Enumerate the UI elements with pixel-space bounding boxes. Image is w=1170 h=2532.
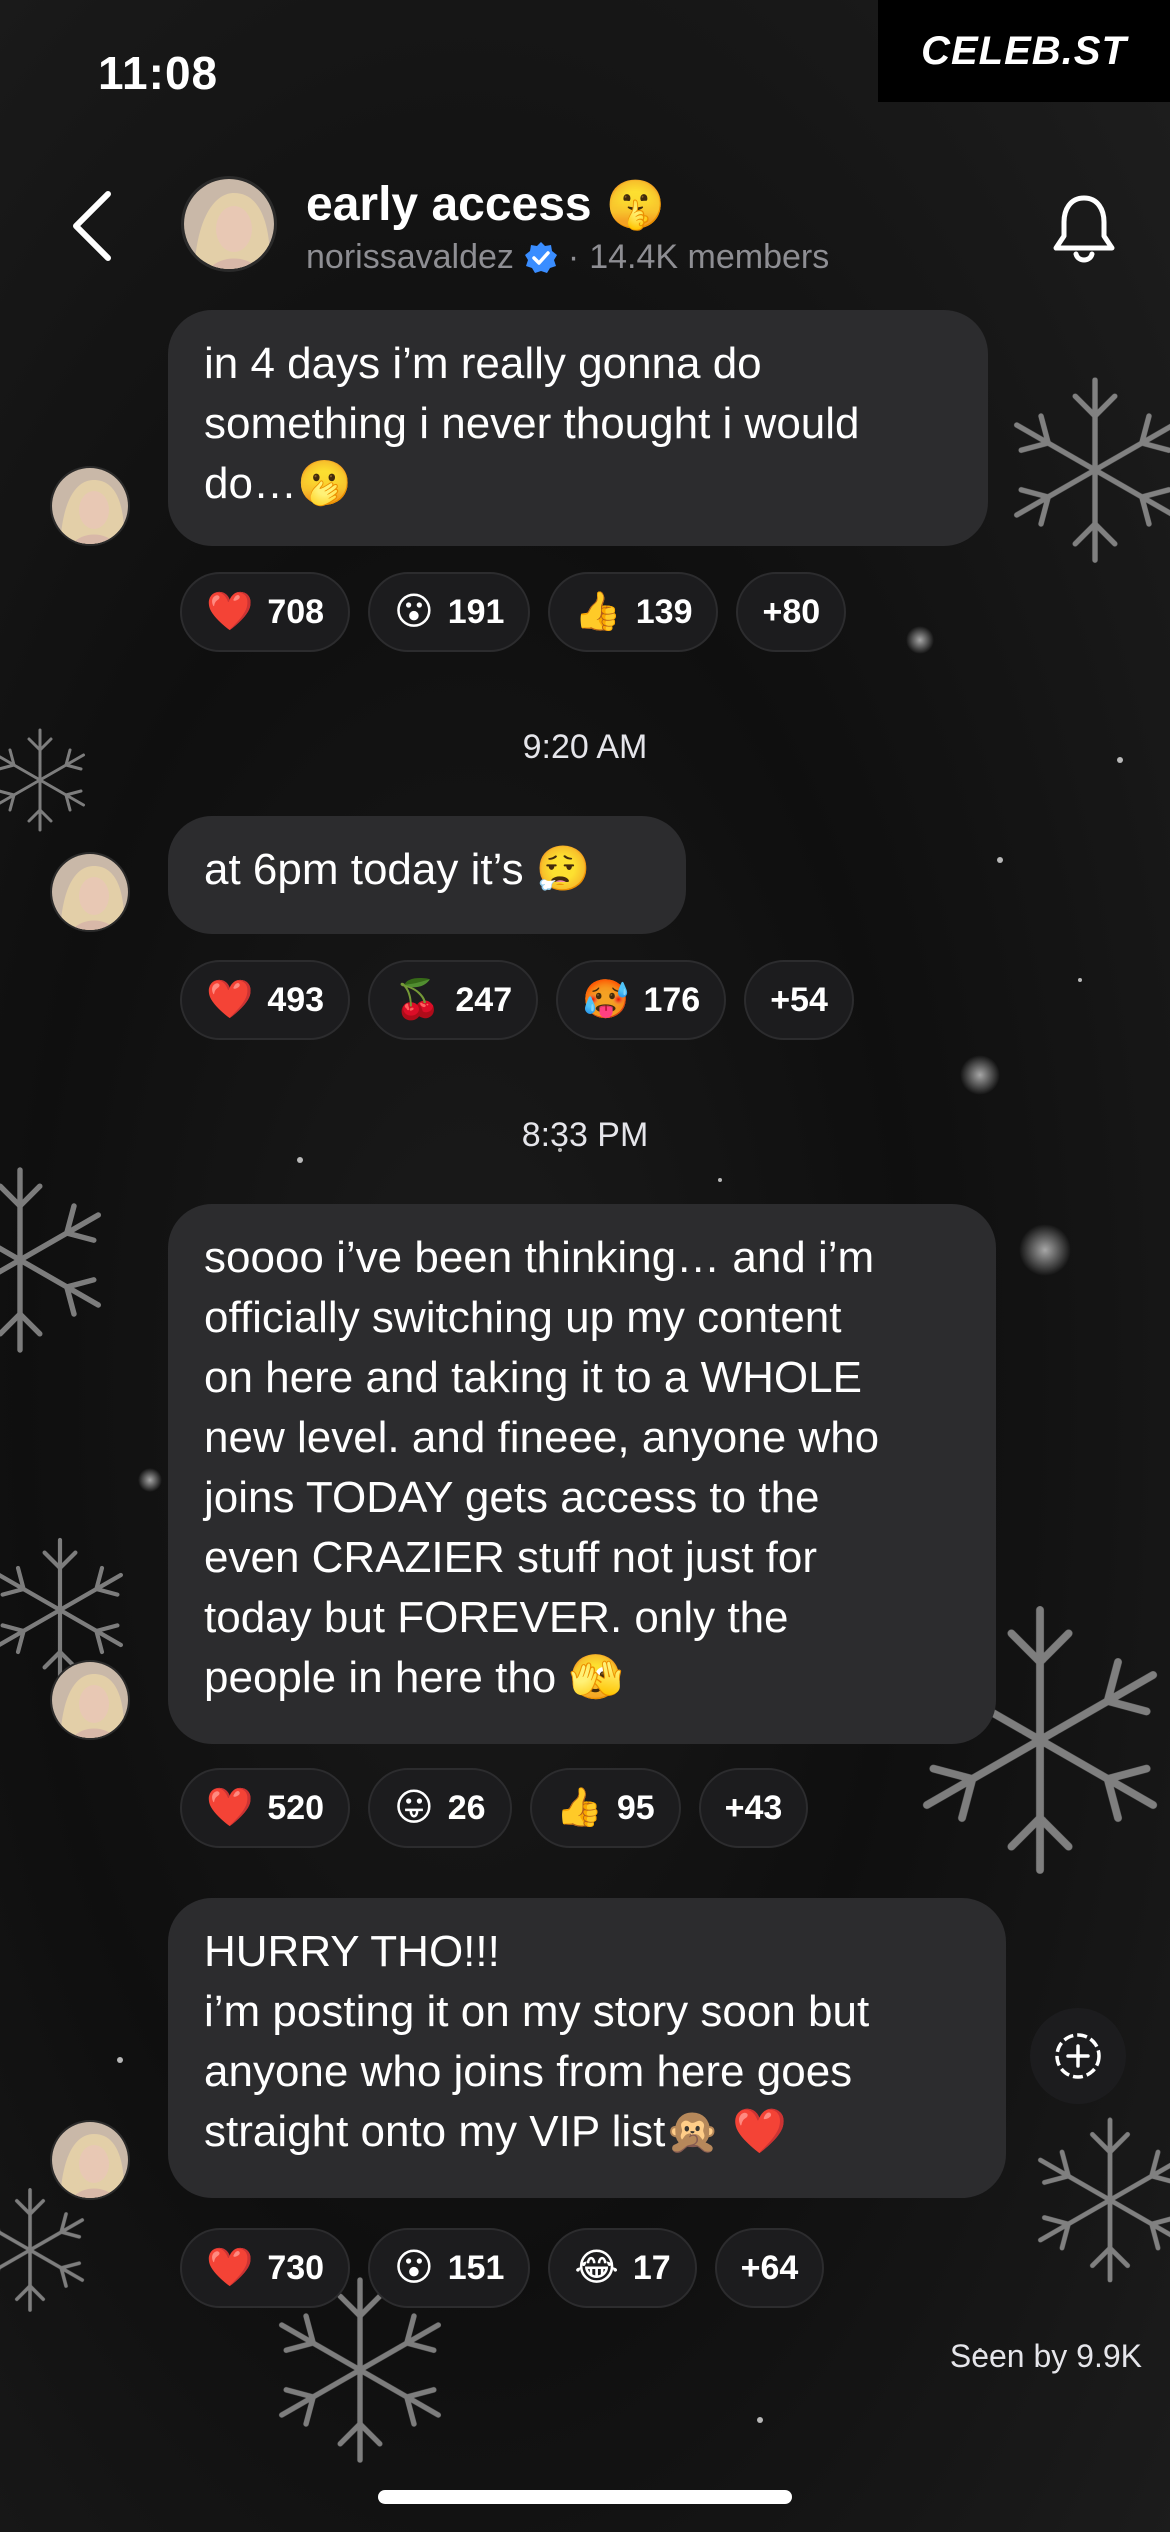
add-circle-icon	[1055, 2033, 1101, 2079]
reaction-chip-laughing[interactable]: 😂 17	[548, 2228, 697, 2308]
reaction-chip-surprised[interactable]: 😮 151	[368, 2228, 531, 2308]
message-bubble[interactable]: soooo i’ve been thinking… and i’m offici…	[168, 1204, 996, 1744]
avatar[interactable]	[50, 1660, 130, 1740]
reaction-count: 247	[455, 980, 513, 1019]
seen-by-count[interactable]: Seen by 9.9K	[950, 2338, 1142, 2375]
channel-avatar[interactable]	[181, 176, 277, 272]
hot-face-emoji: 🥵	[582, 979, 630, 1021]
reaction-count: 191	[447, 592, 505, 631]
reaction-chip-thumbs-up[interactable]: 👍 95	[529, 1768, 681, 1848]
surprised-emoji: 😮	[394, 2247, 434, 2289]
reaction-chip-surprised[interactable]: 😮 191	[368, 572, 531, 652]
reaction-chip-heart[interactable]: ❤️ 493	[180, 960, 351, 1040]
more-reactions-chip[interactable]: +43	[698, 1768, 809, 1848]
avatar[interactable]	[50, 2120, 130, 2200]
message-bubble[interactable]: in 4 days i’m really gonna do something …	[168, 310, 988, 546]
reaction-count: 493	[267, 980, 325, 1019]
channel-title: early access 🤫	[306, 176, 665, 233]
more-reactions-chip[interactable]: +54	[744, 960, 854, 1040]
reaction-chip-thumbs-up[interactable]: 👍 139	[548, 572, 719, 652]
message-text: in 4 days i’m really gonna do something …	[204, 339, 860, 508]
reaction-count: 151	[447, 2248, 505, 2287]
more-reactions-chip[interactable]: +80	[736, 572, 847, 652]
channel-subtitle: norissavaldez · 14.4K members	[306, 238, 829, 277]
message-bubble[interactable]: at 6pm today it’s 😮‍💨	[168, 816, 686, 934]
thumbs-up-emoji: 👍	[574, 591, 622, 633]
add-reaction-button[interactable]	[1030, 2008, 1126, 2104]
message-text: soooo i’ve been thinking… and i’m offici…	[204, 1233, 880, 1702]
reaction-row: ❤️ 493 🍒 247 🥵 176 +54	[180, 960, 854, 1040]
reaction-chip-heart[interactable]: ❤️ 520	[180, 1768, 351, 1848]
channel-title-text: early access	[306, 178, 592, 231]
message-bubble[interactable]: HURRY THO!!! i’m posting it on my story …	[168, 1898, 1006, 2198]
heart-emoji: ❤️	[206, 979, 254, 1021]
reaction-count: 17	[632, 2248, 671, 2287]
reaction-count: 139	[635, 592, 693, 631]
thumbs-up-emoji: 👍	[555, 1787, 603, 1829]
surprised-emoji: 😮	[394, 591, 434, 633]
back-button[interactable]	[64, 188, 124, 264]
reaction-count: 520	[267, 1788, 325, 1827]
reaction-chip-tongue-face[interactable]: 😛 26	[368, 1768, 512, 1848]
reaction-count: 708	[267, 592, 325, 631]
message-text: at 6pm today it’s 😮‍💨	[204, 845, 591, 894]
reaction-chip-heart[interactable]: ❤️ 708	[180, 572, 351, 652]
creator-username[interactable]: norissavaldez	[306, 238, 514, 277]
reaction-row: ❤️ 708 😮 191 👍 139 +80	[180, 572, 847, 652]
avatar[interactable]	[50, 466, 130, 546]
reaction-row: ❤️ 730 😮 151 😂 17 +64	[180, 2228, 825, 2308]
home-indicator[interactable]	[378, 2490, 792, 2504]
heart-emoji: ❤️	[206, 2247, 254, 2289]
brand-logo: CELEB.ST	[878, 0, 1170, 102]
verified-badge-icon	[524, 241, 557, 273]
member-count: 14.4K members	[589, 238, 830, 276]
tongue-face-emoji: 😛	[394, 1787, 434, 1829]
heart-emoji: ❤️	[206, 591, 254, 633]
reaction-row: ❤️ 520 😛 26 👍 95 +43	[180, 1768, 809, 1848]
reaction-chip-hot-face[interactable]: 🥵 176	[556, 960, 727, 1040]
reaction-chip-heart[interactable]: ❤️ 730	[180, 2228, 351, 2308]
cherries-emoji: 🍒	[394, 979, 442, 1021]
bell-icon	[1053, 195, 1115, 263]
notifications-button[interactable]	[1048, 190, 1120, 266]
status-time: 11:08	[98, 47, 219, 99]
reaction-count: 26	[447, 1788, 486, 1827]
timestamp: 8:33 PM	[521, 1116, 649, 1154]
more-reactions-chip[interactable]: +64	[714, 2228, 825, 2308]
separator-dot: ·	[567, 238, 580, 276]
message-text: HURRY THO!!! i’m posting it on my story …	[204, 1927, 870, 2156]
channel-title-emoji: 🤫	[605, 179, 666, 232]
chevron-left-icon	[73, 191, 111, 261]
avatar[interactable]	[50, 852, 130, 932]
laughing-emoji: 😂	[574, 2247, 619, 2289]
heart-emoji: ❤️	[206, 1787, 254, 1829]
timestamp: 9:20 AM	[522, 728, 648, 766]
reaction-chip-cherries[interactable]: 🍒 247	[368, 960, 539, 1040]
reaction-count: 176	[643, 980, 701, 1019]
reaction-count: 95	[616, 1788, 655, 1827]
reaction-count: 730	[267, 2248, 325, 2287]
